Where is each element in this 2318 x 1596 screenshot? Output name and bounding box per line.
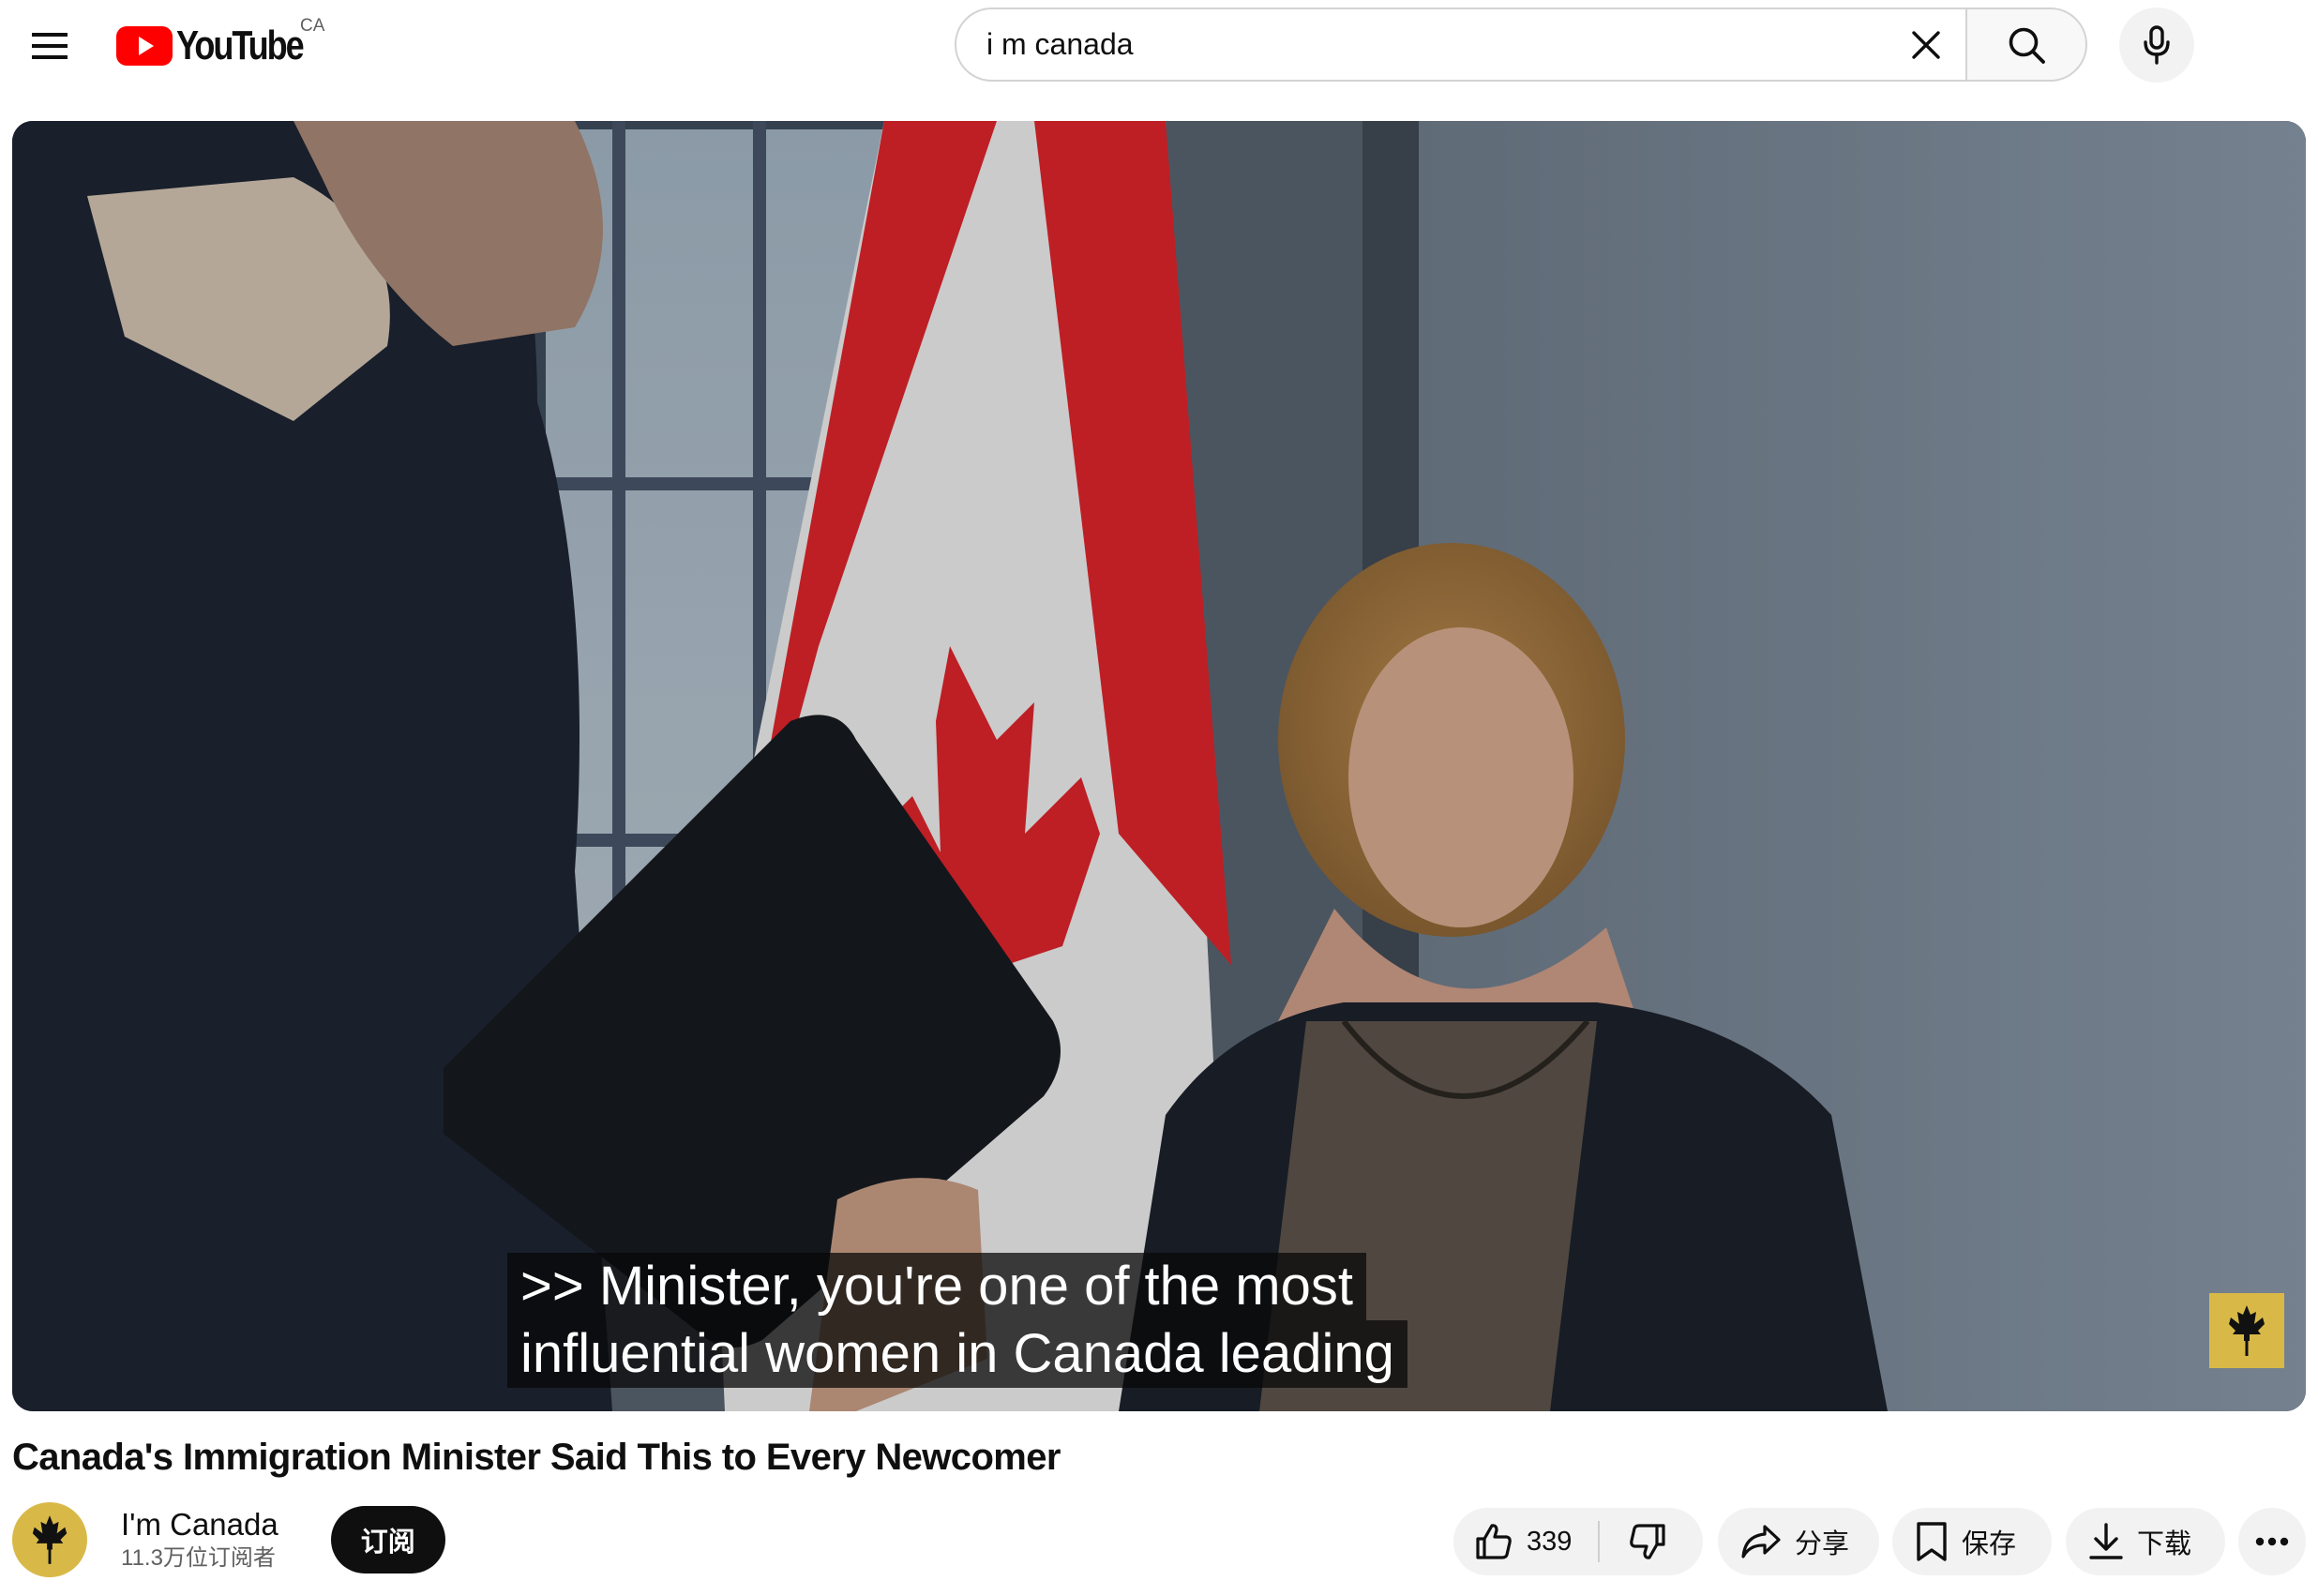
caption-line-2: influential women in Canada leading [507, 1320, 1407, 1388]
video-frame [12, 121, 2306, 1411]
share-button[interactable]: 分享 [1718, 1508, 1879, 1575]
search-box[interactable] [955, 8, 1965, 82]
video-player[interactable]: >> Minister, you're one of the most infl… [12, 121, 2306, 1411]
thumbs-down-icon [1630, 1524, 1665, 1559]
voice-search-button[interactable] [2119, 8, 2194, 83]
video-title: Canada's Immigration Minister Said This … [12, 1437, 1061, 1478]
save-button[interactable]: 保存 [1892, 1508, 2052, 1575]
youtube-home-logo[interactable]: YouTube [116, 21, 330, 71]
more-actions-button[interactable] [2238, 1508, 2306, 1575]
channel-avatar[interactable] [12, 1502, 87, 1577]
logo-wordmark: YouTube [176, 23, 305, 68]
masthead: YouTube CA [0, 0, 2318, 94]
caption-window: >> Minister, you're one of the most infl… [507, 1253, 1407, 1388]
close-icon [1912, 31, 1940, 59]
channel-meta: I'm Canada 11.3万位订阅者 [121, 1506, 278, 1573]
subscriber-count: 11.3万位订阅者 [121, 1545, 276, 1571]
microphone-icon [2144, 25, 2170, 65]
like-count: 339 [1527, 1526, 1573, 1557]
search-clear-button[interactable] [1900, 19, 1952, 71]
share-arrow-icon [1741, 1525, 1781, 1558]
guide-menu-button[interactable] [21, 17, 79, 75]
share-label: 分享 [1795, 1529, 1850, 1559]
save-label: 保存 [1962, 1529, 2017, 1559]
bookmark-icon [1917, 1522, 1947, 1561]
like-button[interactable]: 339 [1453, 1508, 1598, 1575]
search-icon [2009, 27, 2045, 64]
subscribe-button[interactable]: 订阅 [330, 1506, 445, 1573]
thumbs-up-icon [1476, 1524, 1512, 1559]
channel-name[interactable]: I'm Canada [121, 1506, 278, 1543]
more-horizontal-icon [2255, 1537, 2289, 1546]
hamburger-menu-icon [32, 33, 68, 59]
country-code: CA [300, 16, 325, 36]
channel-watermark[interactable] [2209, 1293, 2284, 1368]
maple-leaf-icon [32, 1515, 68, 1564]
like-dislike-group: 339 [1453, 1508, 1703, 1575]
dislike-button[interactable] [1600, 1508, 1695, 1575]
maple-leaf-icon [2229, 1305, 2265, 1356]
search-button[interactable] [1965, 8, 2087, 82]
download-button[interactable]: 下载 [2066, 1508, 2225, 1575]
youtube-play-icon [116, 26, 173, 66]
download-icon [2089, 1523, 2123, 1559]
download-label: 下载 [2137, 1529, 2192, 1559]
search-input[interactable] [986, 27, 1830, 62]
caption-line-1: >> Minister, you're one of the most [507, 1253, 1366, 1320]
video-owner: I'm Canada 11.3万位订阅者 订阅 [12, 1502, 445, 1577]
